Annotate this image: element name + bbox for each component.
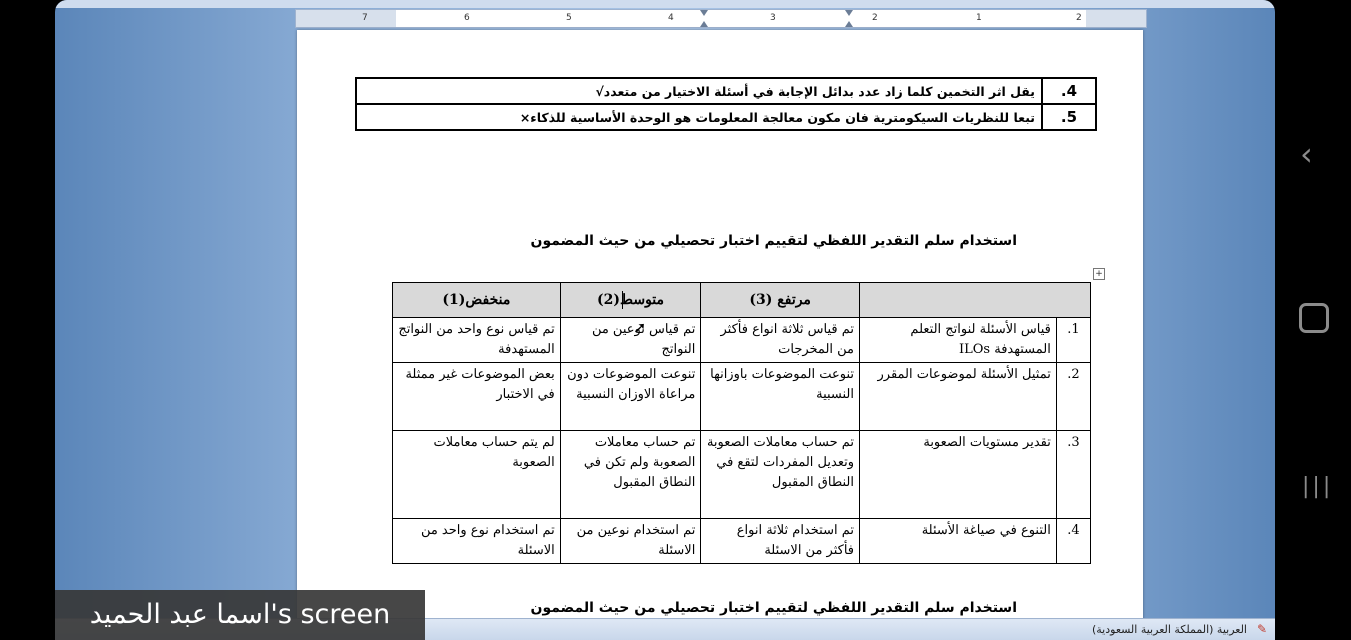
mid-cell[interactable]: تنوعت الموضوعات دون مراعاة الاوزان النسب… — [559, 362, 702, 431]
row-number: 1. — [1055, 317, 1092, 363]
header-high[interactable]: مرتفع (3) — [700, 282, 861, 318]
home-nav-icon[interactable] — [1299, 303, 1329, 333]
table-header-row: مرتفع (3) متوسط(2) منخفض(1) — [392, 282, 1091, 318]
screen-share-caption: اسما عبد الحميد's screen — [55, 590, 425, 640]
ruler-tick: 5 — [566, 13, 572, 23]
high-cell[interactable]: تم حساب معاملات الصعوبة وتعديل المفردات … — [700, 430, 861, 519]
ruler-tick: 4 — [668, 13, 674, 23]
mouse-pointer-icon: ➚ — [633, 318, 647, 337]
header-mid[interactable]: متوسط(2) — [559, 282, 702, 318]
ruler-tick: 1 — [976, 13, 982, 23]
criterion-cell[interactable]: قياس الأسئلة لنواتج التعلم المستهدفة ILO… — [859, 317, 1057, 363]
mid-cell[interactable]: تم قياس نوعين من النواتج — [559, 317, 702, 363]
document-page[interactable]: 4. يقل اثر التخمين كلما زاد عدد بدائل ال… — [297, 30, 1143, 622]
question-text[interactable]: يقل اثر التخمين كلما زاد عدد بدائل الإجا… — [355, 77, 1043, 105]
criterion-cell[interactable]: تقدير مستويات الصعوبة — [859, 430, 1057, 519]
question-number: 4. — [1041, 77, 1097, 105]
ruler-tick: 2 — [872, 13, 878, 23]
spellcheck-icon[interactable]: ✎ — [1257, 622, 1267, 636]
row-number: 4. — [1055, 518, 1092, 564]
ruler-tick: 3 — [770, 13, 776, 23]
word-window: 7 6 5 4 3 2 1 2 4. يقل اثر التخمين كلما … — [55, 0, 1275, 640]
ruler-tick: 2 — [1076, 13, 1082, 23]
table-row: 1. قياس الأسئلة لنواتج التعلم المستهدفة … — [392, 317, 1092, 363]
recent-apps-icon[interactable]: ||| — [1302, 474, 1333, 499]
header-criterion[interactable] — [859, 282, 1091, 318]
row-number: 2. — [1055, 362, 1092, 431]
criterion-cell[interactable]: تمثيل الأسئلة لموضوعات المقرر — [859, 362, 1057, 431]
row-number: 3. — [1055, 430, 1092, 519]
high-cell[interactable]: تم قياس ثلاثة انواع فأكثر من المخرجات — [700, 317, 861, 363]
question-number: 5. — [1041, 103, 1097, 131]
question-text[interactable]: تبعا للنظريات السيكومترية فان مكون معالج… — [355, 103, 1043, 131]
low-cell[interactable]: بعض الموضوعات غير ممثلة في الاختبار — [392, 362, 561, 431]
table-row: 3. تقدير مستويات الصعوبة تم حساب معاملات… — [392, 430, 1092, 519]
ruler-margin-left — [296, 10, 396, 27]
high-cell[interactable]: تنوعت الموضوعات باوزانها النسبية — [700, 362, 861, 431]
ruler-tick: 7 — [362, 13, 368, 23]
back-nav-icon[interactable]: ‹ — [1300, 135, 1313, 173]
low-cell[interactable]: تم استخدام نوع واحد من الاسئلة — [392, 518, 561, 564]
title-strip — [55, 0, 1275, 8]
low-cell[interactable]: لم يتم حساب معاملات الصعوبة — [392, 430, 561, 519]
table-row: 5. تبعا للنظريات السيكومترية فان مكون مع… — [355, 103, 1097, 131]
ruler-margin-right — [1086, 10, 1146, 27]
table-row: 4. التنوع في صياغة الأسئلة تم استخدام ثل… — [392, 518, 1092, 564]
indent-marker[interactable] — [700, 10, 708, 27]
text-cursor — [622, 291, 623, 309]
questions-table: 4. يقل اثر التخمين كلما زاد عدد بدائل ال… — [355, 77, 1097, 131]
criterion-cell[interactable]: التنوع في صياغة الأسئلة — [859, 518, 1057, 564]
rubric-heading[interactable]: استخدام سلم التقدير اللفظي لتقييم اختبار… — [447, 233, 1017, 249]
language-status[interactable]: العربية (المملكة العربية السعودية) — [1092, 623, 1247, 636]
table-move-handle-icon[interactable]: + — [1093, 268, 1105, 280]
low-cell[interactable]: تم قياس نوع واحد من النواتج المستهدفة — [392, 317, 561, 363]
high-cell[interactable]: تم استخدام ثلاثة انواع فأكثر من الاسئلة — [700, 518, 861, 564]
mid-cell[interactable]: تم استخدام نوعين من الاسئلة — [559, 518, 702, 564]
horizontal-ruler[interactable]: 7 6 5 4 3 2 1 2 — [295, 9, 1147, 28]
mid-cell[interactable]: تم حساب معاملات الصعوبة ولم تكن في النطا… — [559, 430, 702, 519]
table-row: 2. تمثيل الأسئلة لموضوعات المقرر تنوعت ا… — [392, 362, 1092, 431]
rubric-table: مرتفع (3) متوسط(2) منخفض(1) 1. قياس الأس… — [392, 282, 1092, 564]
table-row: 4. يقل اثر التخمين كلما زاد عدد بدائل ال… — [355, 77, 1097, 105]
ruler-tick: 6 — [464, 13, 470, 23]
header-low[interactable]: منخفض(1) — [392, 282, 561, 318]
indent-marker[interactable] — [845, 10, 853, 27]
